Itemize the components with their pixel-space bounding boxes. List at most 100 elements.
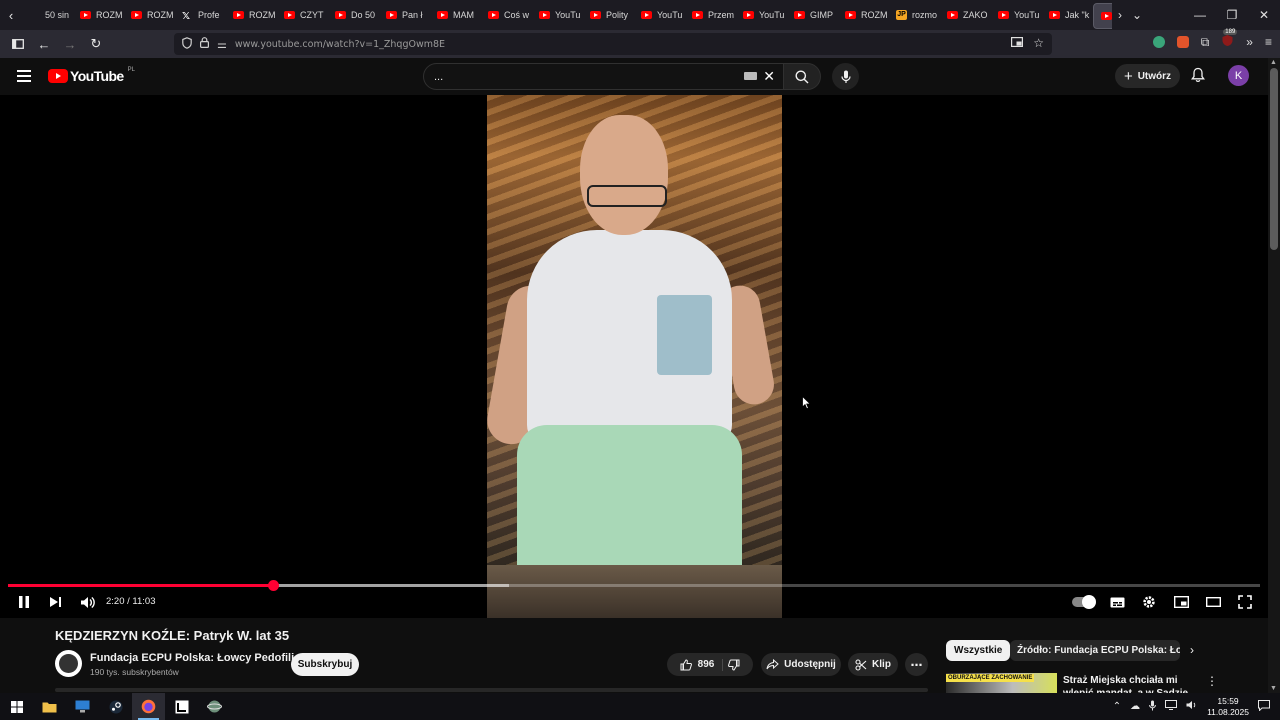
tray-overflow-chevron-up-icon[interactable]: ⌃ xyxy=(1113,701,1121,712)
share-button[interactable]: Udostępnij xyxy=(761,653,841,676)
microphone-tray-icon[interactable] xyxy=(1149,700,1156,714)
reload-icon[interactable]: ↻ xyxy=(84,32,108,56)
recommended-video-thumbnail[interactable]: OBURZAJĄCE ZACHOWANIE xyxy=(946,673,1057,693)
taskbar-misc-app[interactable] xyxy=(198,693,231,720)
taskbar-steam[interactable] xyxy=(99,693,132,720)
notifications-bell-icon[interactable] xyxy=(1191,67,1205,88)
system-clock[interactable]: 15:59 11.08.2025 xyxy=(1207,696,1249,718)
taskbar-remote-desktop[interactable] xyxy=(66,693,99,720)
tabs-scroll-right-icon[interactable]: › xyxy=(1118,8,1122,22)
progress-bar[interactable] xyxy=(8,580,1260,591)
extension-ublock-icon[interactable]: 189 xyxy=(1221,29,1238,50)
create-button[interactable]: + Utwórz xyxy=(1115,64,1180,88)
network-icon[interactable] xyxy=(1165,700,1178,713)
video-frame[interactable] xyxy=(487,95,782,618)
settings-button[interactable] xyxy=(1140,591,1158,613)
channel-avatar[interactable] xyxy=(55,650,82,677)
permissions-icon[interactable]: ⚌ xyxy=(217,38,227,51)
overflow-chevrons-icon[interactable]: » xyxy=(1246,35,1253,49)
autoplay-toggle[interactable] xyxy=(1072,595,1096,609)
tab-1[interactable]: ROZM xyxy=(73,0,124,30)
search-button[interactable] xyxy=(783,63,821,90)
tab-2[interactable]: ROZM xyxy=(124,0,175,30)
sidebar-toggle-icon[interactable] xyxy=(6,32,30,56)
forward-arrow-icon[interactable]: → xyxy=(58,32,82,56)
tab-active[interactable]: 🔊KĘD xyxy=(1093,3,1112,29)
chip-all[interactable]: Wszystkie xyxy=(946,640,1011,661)
window-close-icon[interactable]: ✕ xyxy=(1248,8,1280,22)
subscribe-button[interactable]: Subskrybuj xyxy=(291,653,359,676)
next-video-button[interactable] xyxy=(46,591,64,613)
tab-11[interactable]: Polity xyxy=(583,0,634,30)
tab-20[interactable]: Jak "k xyxy=(1042,0,1093,30)
url-bar[interactable]: ⚌ www.youtube.com/watch?v=1_ZhqgOwm8E ☆ xyxy=(174,33,1052,55)
tab-0[interactable]: 50 sin xyxy=(22,0,73,30)
guide-menu-icon[interactable] xyxy=(17,70,31,85)
start-button[interactable] xyxy=(0,693,33,720)
tab-7[interactable]: Pan ł xyxy=(379,0,430,30)
tab-19[interactable]: YouTu xyxy=(991,0,1042,30)
description-box-edge[interactable] xyxy=(55,688,928,692)
onedrive-cloud-icon[interactable]: ☁ xyxy=(1130,701,1140,712)
progress-scrubber-handle[interactable] xyxy=(268,580,280,591)
tab-10[interactable]: YouTu xyxy=(532,0,583,30)
tab-17[interactable]: JP rozmo xyxy=(889,0,940,30)
theater-mode-button[interactable] xyxy=(1204,591,1222,613)
window-restore-icon[interactable]: ❐ xyxy=(1216,8,1248,22)
extensions-puzzle-icon[interactable]: ⧉ xyxy=(1201,35,1210,50)
recommended-more-vertical-icon[interactable]: ⋮ xyxy=(1206,674,1218,688)
mute-button[interactable] xyxy=(77,591,97,613)
bookmark-star-icon[interactable]: ☆ xyxy=(1033,36,1044,50)
speaker-tray-icon[interactable] xyxy=(1186,700,1198,713)
clear-search-icon[interactable]: ✕ xyxy=(763,68,775,85)
dislike-button[interactable] xyxy=(728,659,740,671)
taskbar-firefox[interactable] xyxy=(132,693,165,720)
clip-button[interactable]: Klip xyxy=(848,653,898,676)
voice-search-button[interactable] xyxy=(832,63,859,90)
tracking-shield-icon[interactable] xyxy=(182,36,192,52)
extension-fox-icon[interactable] xyxy=(1176,36,1189,48)
like-button[interactable]: 896 xyxy=(680,658,724,671)
subtitles-button[interactable] xyxy=(1108,591,1126,613)
video-player[interactable]: 2:20 / 11:03 xyxy=(0,95,1268,618)
taskbar-notes-app[interactable] xyxy=(165,693,198,720)
more-actions-button[interactable]: ⋯ xyxy=(905,653,928,676)
tab-9[interactable]: Coś w xyxy=(481,0,532,30)
tab-3[interactable]: 𝕏 Profe xyxy=(175,0,226,30)
picture-in-picture-icon[interactable] xyxy=(1011,36,1024,50)
tab-15[interactable]: GIMP xyxy=(787,0,838,30)
url-text[interactable]: www.youtube.com/watch?v=1_ZhqgOwm8E xyxy=(235,39,445,50)
keyboard-icon[interactable] xyxy=(744,72,757,80)
scroll-up-arrow-icon[interactable]: ▲ xyxy=(1270,59,1277,66)
recommended-video-title[interactable]: Straż Miejska chciała mi wlepić mandat, … xyxy=(1063,674,1201,693)
account-avatar[interactable]: K xyxy=(1228,65,1249,86)
tab-4[interactable]: ROZM xyxy=(226,0,277,30)
app-menu-icon[interactable]: ≡ xyxy=(1265,35,1272,49)
lock-icon[interactable] xyxy=(200,37,210,51)
tab-12[interactable]: YouTu xyxy=(634,0,685,30)
scrollbar-thumb[interactable] xyxy=(1270,68,1278,250)
extension-shield-icon[interactable] xyxy=(1152,36,1165,48)
miniplayer-button[interactable] xyxy=(1172,591,1190,613)
fullscreen-button[interactable] xyxy=(1236,591,1254,613)
tab-18[interactable]: ZAKO xyxy=(940,0,991,30)
window-minimize-icon[interactable]: — xyxy=(1184,8,1216,22)
chip-source-channel[interactable]: Źródło: Fundacja ECPU Polska: Łowcy xyxy=(1010,640,1180,661)
taskbar-file-explorer[interactable] xyxy=(33,693,66,720)
tab-6[interactable]: Do 50 xyxy=(328,0,379,30)
tabs-scroll-left-icon[interactable]: ‹ xyxy=(0,0,22,30)
tab-5[interactable]: CZYT xyxy=(277,0,328,30)
tab-13[interactable]: Przem xyxy=(685,0,736,30)
tab-16[interactable]: ROZM xyxy=(838,0,889,30)
search-input[interactable]: ... ✕ xyxy=(423,63,784,90)
scroll-down-arrow-icon[interactable]: ▼ xyxy=(1270,685,1277,692)
page-scrollbar[interactable]: ▲ ▼ xyxy=(1268,58,1280,693)
pause-button[interactable] xyxy=(15,591,33,613)
tab-8[interactable]: MAM xyxy=(430,0,481,30)
chips-next-chevron-icon[interactable]: › xyxy=(1190,643,1194,657)
notification-center-icon[interactable] xyxy=(1258,699,1270,714)
back-arrow-icon[interactable]: ← xyxy=(32,32,56,56)
channel-name[interactable]: Fundacja ECPU Polska: Łowcy Pedofili xyxy=(90,652,294,664)
youtube-logo[interactable]: YouTube PL xyxy=(48,67,135,84)
tab-list-chevron-down-icon[interactable]: ⌄ xyxy=(1132,8,1142,22)
